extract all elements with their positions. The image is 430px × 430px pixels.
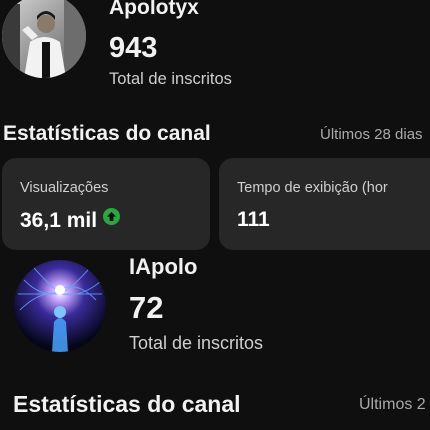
stat-card-watch-time[interactable]: Tempo de exibição (hor 111 — [219, 158, 430, 250]
subscriber-label: Total de inscritos — [129, 333, 264, 353]
stat-card-value: 36,1 mil — [20, 209, 98, 232]
subscriber-label: Total de inscritos — [109, 70, 232, 88]
channel-avatar[interactable] — [14, 260, 106, 352]
channel-avatar-image — [2, 0, 86, 78]
trend-up-icon — [103, 208, 121, 225]
subscriber-count: 943 — [109, 32, 158, 64]
stat-card-value-row: 36,1 mil — [20, 208, 121, 233]
stat-card-value: 111 — [237, 208, 270, 231]
channel-name: Apolotyx — [109, 0, 199, 19]
period-label: Últimos 2 — [359, 396, 426, 413]
stat-card-label: Tempo de exibição (hor — [237, 180, 388, 196]
channel-avatar[interactable] — [2, 0, 86, 78]
channel-name: IApolo — [129, 254, 198, 279]
section-title: Estatísticas do canal — [13, 391, 241, 417]
channel-avatar-image — [14, 260, 106, 352]
section-title: Estatísticas do canal — [3, 122, 211, 145]
stat-card-label: Visualizações — [20, 180, 109, 196]
stat-card-views[interactable]: Visualizações 36,1 mil — [2, 158, 210, 250]
period-label: Últimos 28 dias — [320, 126, 423, 143]
subscriber-count: 72 — [129, 290, 164, 325]
